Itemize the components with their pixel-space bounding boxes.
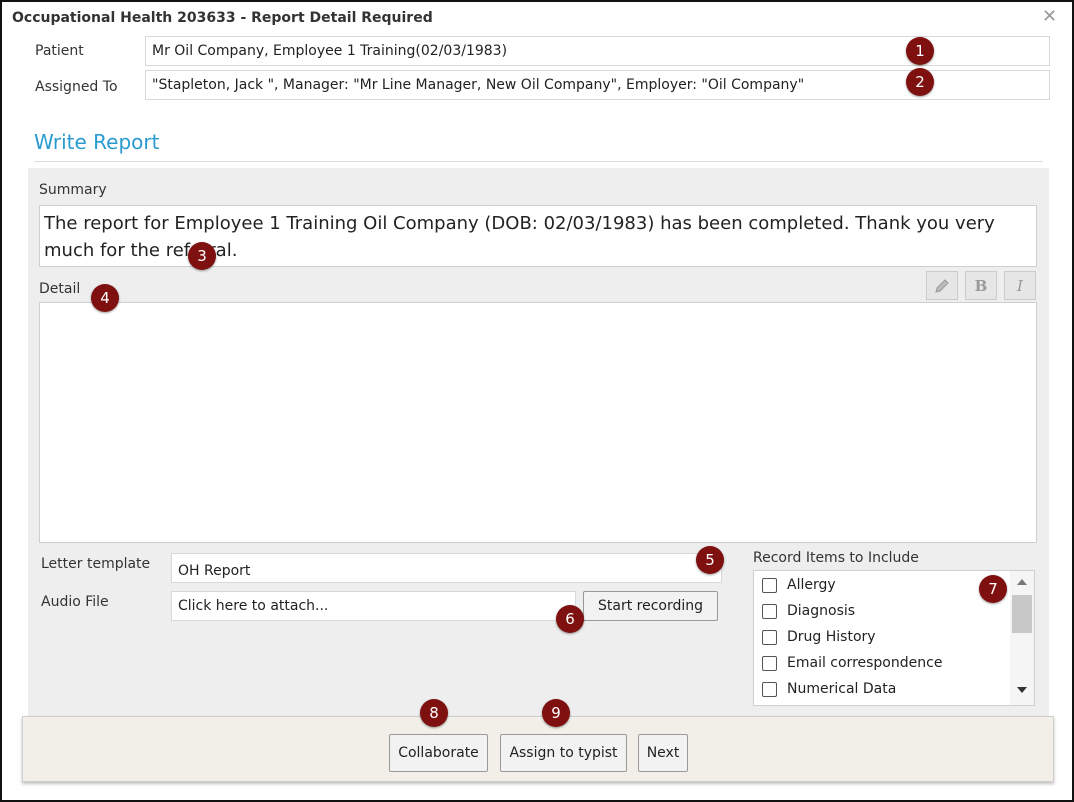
checkbox[interactable] — [762, 655, 777, 671]
list-item-label: Email correspondence — [787, 655, 943, 671]
next-button[interactable]: Next — [638, 734, 688, 772]
checkbox[interactable] — [762, 577, 777, 593]
start-recording-button[interactable]: Start recording — [583, 591, 718, 621]
marker-8: 8 — [420, 699, 448, 727]
summary-label: Summary — [39, 182, 107, 198]
marker-7: 7 — [979, 575, 1007, 603]
marker-3: 3 — [188, 242, 216, 270]
record-items-label: Record Items to Include — [753, 550, 919, 566]
scrollbar[interactable] — [1010, 571, 1034, 705]
detail-editor[interactable] — [39, 302, 1037, 543]
list-item-label: Diagnosis — [787, 603, 856, 619]
letter-template-select[interactable]: OH Report — [171, 553, 722, 583]
scroll-up-icon[interactable] — [1017, 579, 1027, 585]
list-item[interactable]: Email correspondence — [762, 655, 942, 671]
scroll-down-icon[interactable] — [1017, 687, 1027, 693]
dialog-window: Occupational Health 203633 - Report Deta… — [0, 0, 1074, 802]
patient-label: Patient — [35, 43, 84, 59]
list-item[interactable]: Numerical Data — [762, 681, 896, 697]
list-item-label: Drug History — [787, 629, 876, 645]
scroll-thumb[interactable] — [1012, 595, 1032, 633]
list-item[interactable]: Allergy — [762, 577, 836, 593]
list-item-label: Allergy — [787, 577, 836, 593]
section-divider — [34, 161, 1043, 162]
marker-2: 2 — [906, 68, 934, 96]
audio-file-label: Audio File — [41, 594, 109, 610]
marker-6: 6 — [556, 605, 584, 633]
checkbox[interactable] — [762, 629, 777, 645]
marker-9: 9 — [542, 699, 570, 727]
checkbox[interactable] — [762, 681, 777, 697]
marker-1: 1 — [906, 37, 934, 65]
bold-button[interactable]: B — [965, 271, 997, 300]
pencil-icon[interactable] — [926, 271, 958, 300]
section-title: Write Report — [34, 130, 160, 154]
assigned-to-label: Assigned To — [35, 79, 118, 95]
list-item-label: Numerical Data — [787, 681, 897, 697]
letter-template-label: Letter template — [41, 556, 151, 572]
list-item[interactable]: Drug History — [762, 629, 876, 645]
italic-button[interactable]: I — [1004, 271, 1036, 300]
audio-file-input[interactable]: Click here to attach... — [171, 591, 576, 621]
dialog-title: Occupational Health 203633 - Report Deta… — [12, 10, 433, 26]
checkbox[interactable] — [762, 603, 777, 619]
marker-5: 5 — [696, 546, 724, 574]
marker-4: 4 — [91, 284, 119, 312]
detail-label: Detail — [39, 281, 81, 297]
collaborate-button[interactable]: Collaborate — [389, 734, 488, 772]
assign-to-typist-button[interactable]: Assign to typist — [500, 734, 627, 772]
list-item[interactable]: Diagnosis — [762, 603, 855, 619]
close-icon[interactable]: ✕ — [1042, 6, 1057, 27]
